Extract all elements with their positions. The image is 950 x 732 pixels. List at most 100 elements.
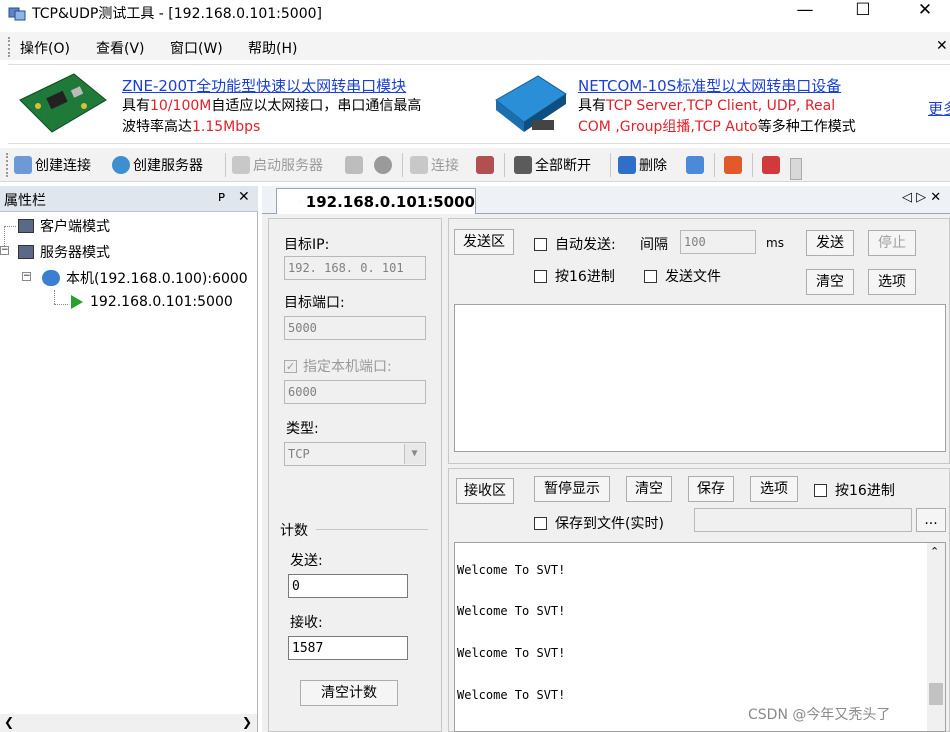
toolbar-separator [610, 153, 611, 177]
pause-display-button[interactable]: 暂停显示 [534, 476, 610, 502]
computer-icon [18, 245, 34, 259]
send-count-label: 发送: [290, 553, 323, 569]
scroll-right-icon[interactable]: ❯ [242, 715, 252, 729]
menu-window[interactable]: 窗口(W) [170, 38, 223, 58]
send-options-button[interactable]: 选项 [868, 269, 916, 295]
app-icon [8, 7, 26, 21]
send-clear-button[interactable]: 清空 [806, 269, 854, 295]
ad2-link[interactable]: NETCOM-10S标准型以太网转串口设备 [578, 75, 841, 96]
menu-operate[interactable]: 操作(O) [20, 38, 70, 58]
disconnect-icon[interactable] [476, 156, 494, 174]
create-server-button[interactable]: 创建服务器 [112, 155, 203, 175]
globe-icon [112, 156, 130, 174]
send-file-checkbox[interactable]: 发送文件 [644, 266, 721, 286]
browse-button[interactable]: ... [916, 508, 946, 532]
tree-collapse-icon[interactable]: − [22, 272, 31, 281]
recv-count-field[interactable]: 1587 [288, 636, 408, 660]
sidebar-title: 属性栏 [4, 193, 46, 209]
minimize-button[interactable]: — [782, 0, 828, 22]
count-divider [316, 529, 428, 530]
save-file-path-field[interactable] [694, 508, 912, 532]
recv-vscrollbar[interactable]: ⌃ [927, 543, 945, 731]
play-icon [71, 295, 83, 309]
send-button[interactable]: 发送 [806, 230, 854, 256]
send-area-label: 发送区 [454, 229, 514, 255]
tree-line [54, 304, 68, 305]
target-ip-label: 目标IP: [284, 237, 330, 253]
start-server-icon [232, 156, 250, 174]
toolbar-overflow-icon[interactable] [790, 158, 802, 180]
tree-collapse-icon[interactable]: − [0, 246, 9, 255]
disconnect-all-button[interactable]: 全部断开 [514, 155, 591, 175]
watermark: CSDN @今年又秃头了 [748, 707, 891, 723]
sidebar-close-icon[interactable]: ✕ [238, 189, 250, 205]
ad2-line1: 具有TCP Server,TCP Client, UDP, Real [578, 98, 836, 114]
maximize-button[interactable]: ☐ [840, 0, 886, 22]
ad1-link[interactable]: ZNE-200T全功能型快速以太网转串口模块 [122, 75, 406, 96]
toolbar-separator [714, 153, 715, 177]
tab-connection[interactable]: 192.168.0.101:5000 [276, 188, 476, 215]
auto-send-checkbox[interactable]: 自动发送: [534, 234, 616, 254]
tree-item-client-mode[interactable]: 客户端模式 [18, 216, 110, 236]
menu-help[interactable]: 帮助(H) [248, 38, 297, 58]
menu-view[interactable]: 查看(V) [96, 38, 145, 58]
clear-count-button[interactable]: 清空计数 [300, 680, 398, 706]
stop-button[interactable]: 停止 [868, 230, 916, 256]
toolbar-separator [504, 153, 505, 177]
tab-nav-icon[interactable]: ◁ ▷ ✕ [902, 190, 941, 205]
type-label: 类型: [286, 421, 319, 437]
recv-options-button[interactable]: 选项 [750, 476, 798, 502]
recv-save-button[interactable]: 保存 [688, 476, 734, 502]
server-users-icon[interactable] [345, 156, 363, 174]
tree-item-connection[interactable]: 192.168.0.101:5000 [70, 294, 233, 310]
tree-item-server-mode[interactable]: 服务器模式 [18, 242, 110, 262]
recv-hex-checkbox[interactable]: 按16进制 [814, 480, 895, 500]
sidebar-hscrollbar[interactable]: ❮ ❯ [0, 714, 257, 732]
delete-icon [618, 156, 636, 174]
tree-item-local-host[interactable]: 本机(192.168.0.100):6000 [42, 268, 248, 288]
stop-icon[interactable] [374, 156, 392, 174]
send-count-field[interactable]: 0 [288, 574, 408, 598]
menu-close-icon[interactable]: ✕ [936, 38, 948, 54]
sidebar-panel [0, 212, 258, 732]
toolbar-separator [225, 153, 226, 177]
create-connection-button[interactable]: 创建连接 [14, 155, 91, 175]
tree-line [4, 226, 16, 227]
sidebar-header: 属性栏 ᴘ ✕ [0, 186, 258, 212]
type-select[interactable]: TCP ▼ [284, 442, 426, 466]
recv-area-label: 接收区 [456, 478, 514, 504]
checkbox-icon [534, 516, 547, 530]
ms-label: ms [766, 236, 784, 250]
delete-button[interactable]: 删除 [618, 155, 667, 175]
send-hex-checkbox[interactable]: 按16进制 [534, 266, 615, 286]
window-title: TCP&UDP测试工具 - [192.168.0.101:5000] [32, 6, 322, 22]
users-icon [42, 270, 60, 286]
pin-icon[interactable]: ᴘ [218, 189, 225, 205]
checkbox-icon [534, 237, 547, 251]
dropdown-arrow-icon[interactable]: ▼ [404, 444, 424, 464]
checkmark-icon: ✓ [284, 359, 297, 373]
target-port-field[interactable]: 5000 [284, 316, 426, 340]
recv-clear-button[interactable]: 清空 [626, 476, 672, 502]
close-window-button[interactable]: ✕ [902, 0, 948, 22]
menu-grip [8, 37, 12, 57]
power-icon[interactable] [724, 156, 742, 174]
scroll-up-icon[interactable]: ⌃ [930, 545, 939, 558]
local-port-checkbox[interactable]: ✓ 指定本机端口: [284, 356, 392, 376]
save-to-file-checkbox[interactable]: 保存到文件(实时) [534, 513, 664, 533]
scroll-left-icon[interactable]: ❮ [4, 715, 14, 729]
help-icon[interactable] [762, 156, 780, 174]
scroll-thumb[interactable] [929, 683, 943, 705]
connect-button[interactable]: 连接 [410, 155, 459, 175]
target-ip-field[interactable]: 192. 168. 0. 101 [284, 256, 426, 280]
send-textarea[interactable] [454, 304, 946, 452]
ad1-line2: 波特率高达1.15Mbps [122, 119, 261, 135]
local-port-field[interactable]: 6000 [284, 380, 426, 404]
connection-tab-icon [299, 201, 300, 203]
start-server-button[interactable]: 启动服务器 [232, 155, 323, 175]
network-icon[interactable] [686, 156, 704, 174]
connect-icon [410, 156, 428, 174]
interval-field[interactable]: 100 [680, 230, 756, 254]
recv-count-label: 接收: [290, 615, 323, 631]
more-link[interactable]: 更多 [928, 98, 950, 119]
